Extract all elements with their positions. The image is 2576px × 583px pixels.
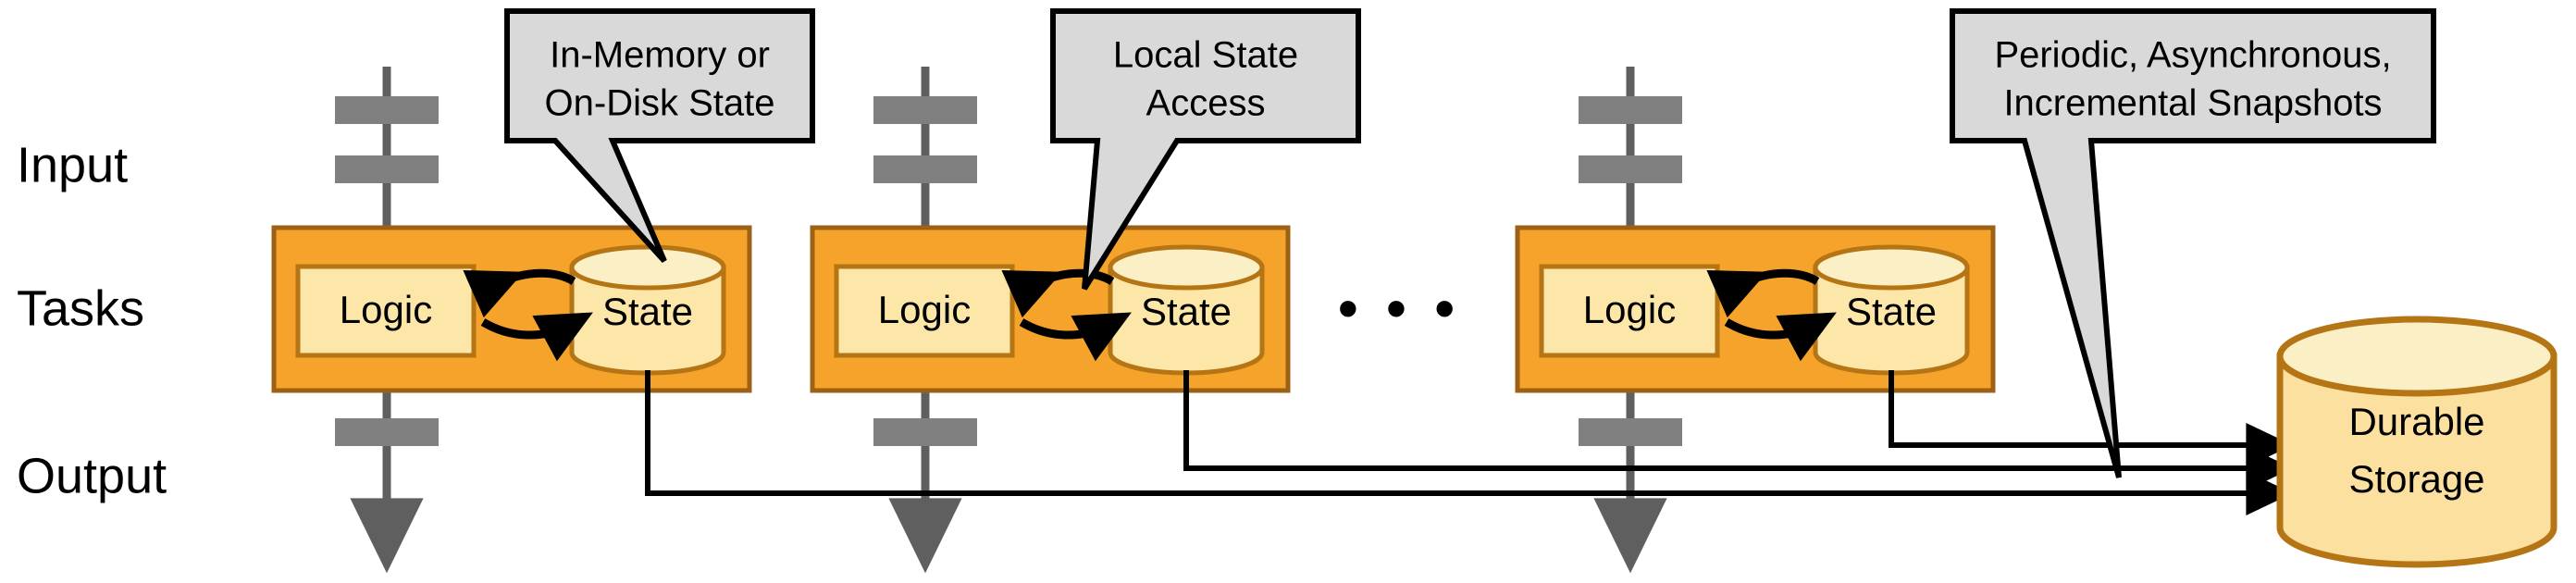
task-3[interactable]: Logic State <box>1515 225 1996 393</box>
output-bar-task-2 <box>873 418 977 446</box>
task-2-state-label: State <box>1141 290 1232 333</box>
input-bar-task-3-a <box>1579 96 1682 124</box>
task-1-logic-label: Logic <box>340 288 432 331</box>
durable-storage-label-line2: Storage <box>2348 457 2484 501</box>
input-bar-task-2-b <box>873 155 977 183</box>
input-bar-task-1-b <box>335 155 439 183</box>
callout-snapshots-line1: Periodic, Asynchronous, <box>1994 35 2391 76</box>
row-labels: Input Tasks Output <box>17 137 167 503</box>
task-3-state-label: State <box>1846 290 1937 333</box>
diagram-canvas: Input Tasks Output Logic State Logic Sta… <box>0 0 2576 583</box>
row-label-tasks: Tasks <box>17 280 144 336</box>
callout-in-memory-line1: In-Memory or <box>550 35 770 76</box>
output-bar-task-1 <box>335 418 439 446</box>
task-1[interactable]: Logic State <box>271 225 752 393</box>
task-2[interactable]: Logic State <box>810 225 1291 393</box>
task-1-state-label: State <box>602 290 693 333</box>
output-record-bars <box>335 418 1682 446</box>
durable-storage[interactable]: Durable Storage <box>2276 316 2557 568</box>
callout-snapshots-line2: Incremental Snapshots <box>2003 83 2382 124</box>
input-bar-task-3-b <box>1579 155 1682 183</box>
callout-in-memory-line2: On-Disk State <box>545 83 775 124</box>
durable-storage-label-line1: Durable <box>2348 400 2484 443</box>
ellipsis: • • • <box>1338 275 1461 341</box>
row-label-output: Output <box>17 448 167 503</box>
input-bar-task-1-a <box>335 96 439 124</box>
output-bar-task-3 <box>1579 418 1682 446</box>
callout-in-memory-state[interactable]: In-Memory or On-Disk State <box>504 8 815 264</box>
callout-local-access-line1: Local State <box>1113 35 1298 76</box>
input-bar-task-2-a <box>873 96 977 124</box>
callout-local-access-line2: Access <box>1146 83 1266 124</box>
task-3-logic-label: Logic <box>1583 288 1676 331</box>
task-2-logic-label: Logic <box>878 288 971 331</box>
architecture-diagram: Input Tasks Output Logic State Logic Sta… <box>17 8 2557 574</box>
row-label-input: Input <box>17 137 128 192</box>
